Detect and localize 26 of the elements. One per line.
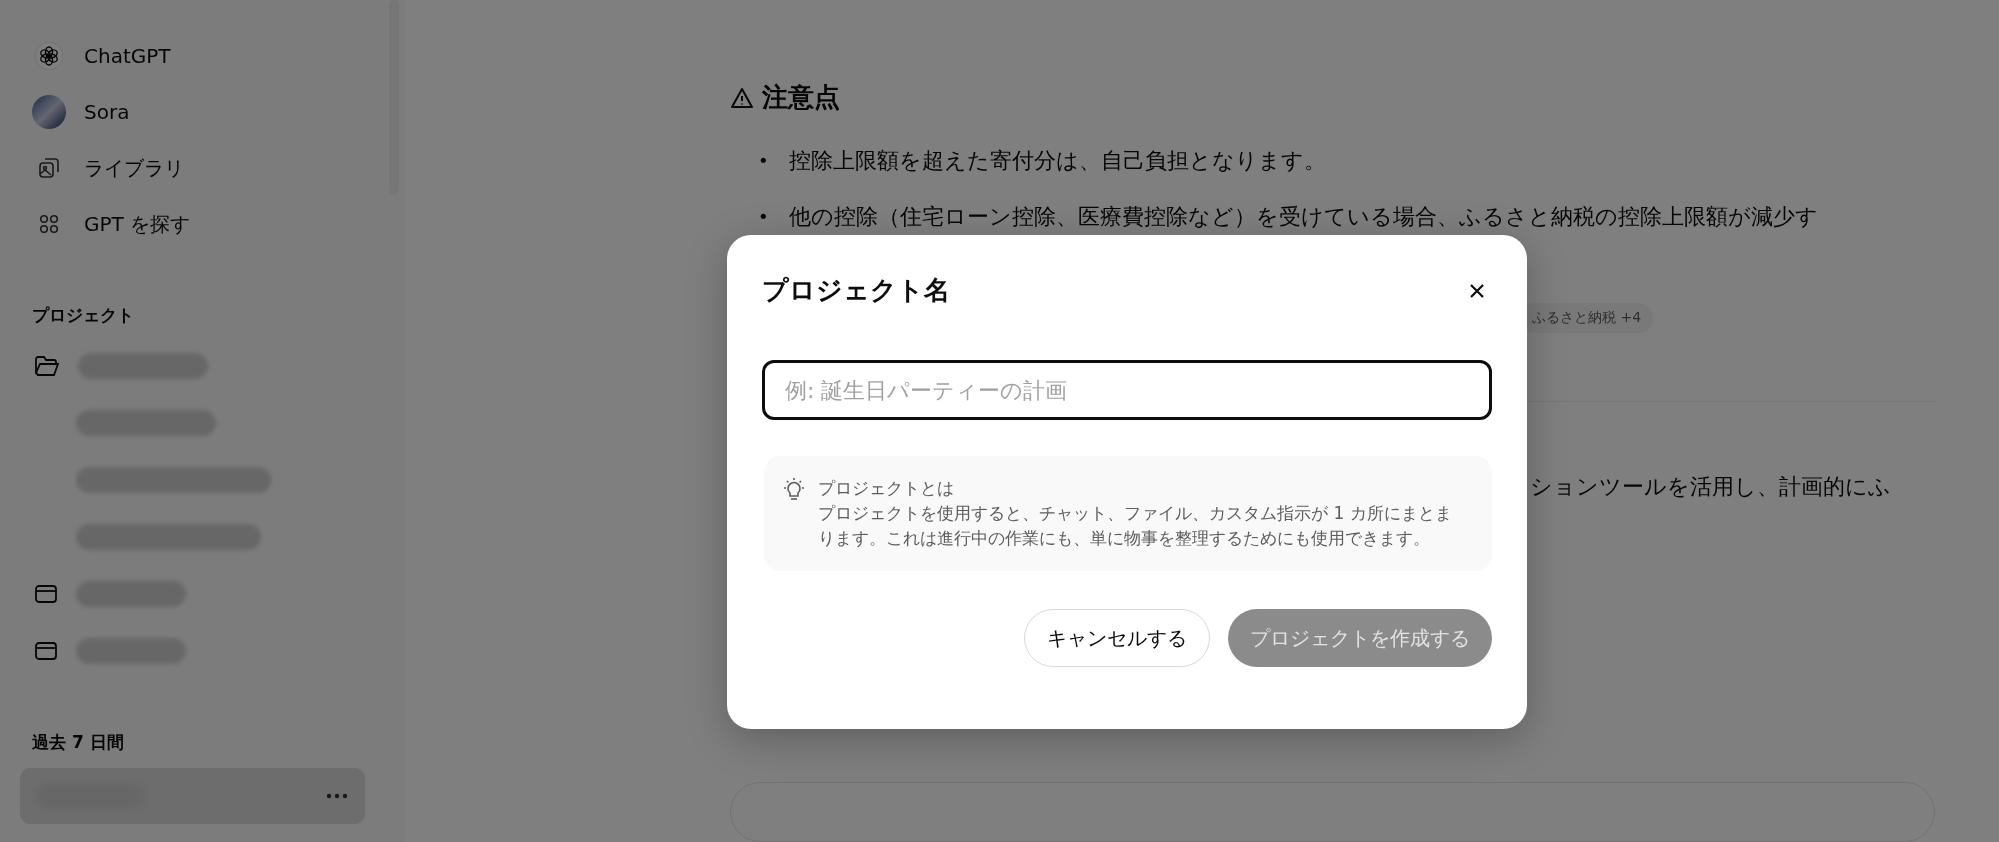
cancel-button[interactable]: キャンセルする <box>1024 609 1210 667</box>
logo-icon <box>34 41 64 71</box>
bullet-text: 他の控除（住宅ローン控除、医療費控除など）を受けている場合、ふるさと納税の控除上限額が減少す <box>788 202 1818 231</box>
open-folder-icon <box>34 354 60 377</box>
sidebar-item[interactable]: GPT を探す <box>20 196 385 252</box>
folder-icon <box>34 640 58 661</box>
section-heading: 過去 7 日間 <box>31 731 125 754</box>
warning-icon <box>730 86 754 109</box>
folder-icon <box>34 583 58 604</box>
section-heading: プロジェクト <box>31 304 135 327</box>
section-title: 注意点 <box>762 81 840 114</box>
grid-icon <box>37 212 61 236</box>
sidebar-item[interactable]: Sora <box>20 84 385 140</box>
bullet-marker: • <box>758 205 769 230</box>
sidebar-item[interactable]: ライブラリ <box>20 140 385 196</box>
avatar-icon <box>32 95 66 129</box>
info-text: プロジェクトを使用すると、チャット、ファイル、カスタム指示が 1 カ所にまとまります。これは進行中の作業にも、単に物事を整理するためにも使用できます。 <box>818 502 1453 550</box>
project-name-input[interactable]: 例: 誕生日パーティーの計画 <box>762 360 1492 420</box>
images-icon <box>37 156 61 180</box>
sidebar-item[interactable]: ChatGPT <box>20 28 385 84</box>
dialog-title: プロジェクト名 <box>762 274 950 307</box>
message-text: ションツールを活用し、計画的にふ <box>1530 473 1891 501</box>
info-title: プロジェクトとは <box>818 477 955 500</box>
bullet-text: 控除上限額を超えた寄付分は、自己負担となります。 <box>788 146 1326 175</box>
bullet-marker: • <box>758 149 769 174</box>
more-icon[interactable] <box>326 793 348 799</box>
